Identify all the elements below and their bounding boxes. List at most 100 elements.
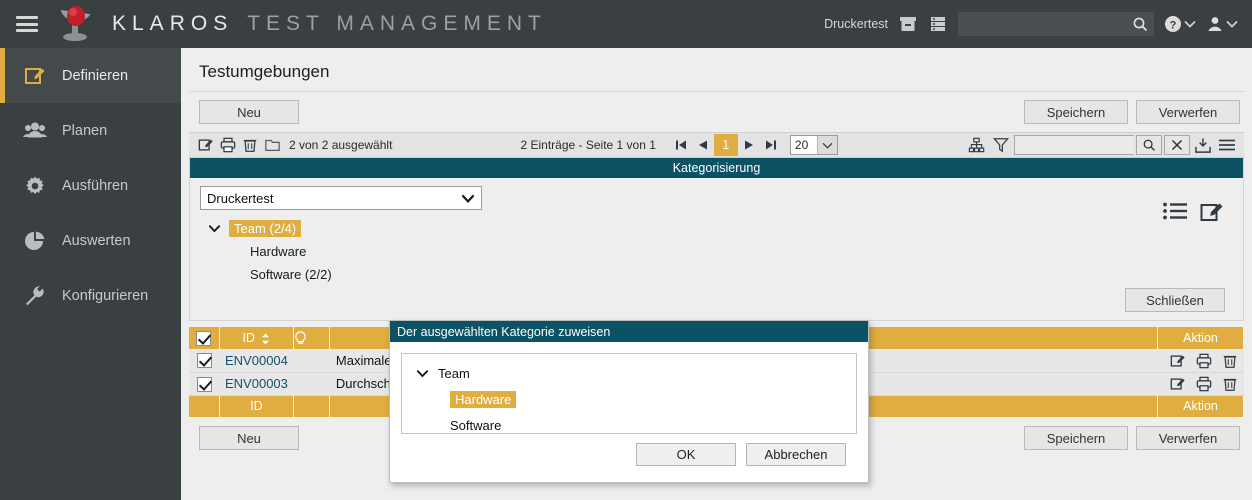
discard-button-bottom[interactable]: Verwerfen bbox=[1136, 426, 1240, 450]
current-project-label: Druckertest bbox=[824, 17, 888, 31]
chevron-down-icon[interactable] bbox=[416, 368, 429, 379]
download-icon[interactable] bbox=[1192, 135, 1214, 155]
chevron-down-icon[interactable] bbox=[208, 223, 221, 234]
page-size-value: 20 bbox=[794, 138, 809, 152]
funnel-icon[interactable] bbox=[990, 135, 1012, 155]
new-button-top[interactable]: Neu bbox=[199, 100, 299, 124]
search-icon[interactable] bbox=[1135, 135, 1162, 155]
page-title: Testumgebungen bbox=[199, 62, 330, 81]
printer-icon[interactable] bbox=[217, 135, 239, 155]
row-select-cell[interactable] bbox=[189, 372, 219, 396]
categorization-panel: Kategorisierung Druckertest Team (2/4) H… bbox=[189, 158, 1244, 321]
printer-icon[interactable] bbox=[1196, 353, 1212, 369]
close-categorization-button[interactable]: Schließen bbox=[1125, 288, 1225, 312]
dialog-tree-node-hardware[interactable]: Hardware bbox=[402, 386, 856, 412]
sidebar-item-auswerten[interactable]: Auswerten bbox=[0, 213, 181, 268]
help-icon[interactable]: ? bbox=[1164, 15, 1182, 33]
column-header-info[interactable] bbox=[293, 327, 331, 349]
edit-square-icon[interactable] bbox=[1200, 200, 1225, 223]
dialog-tree-node-team[interactable]: Team bbox=[402, 360, 856, 386]
folder-icon[interactable] bbox=[261, 135, 283, 155]
prev-page-icon[interactable] bbox=[692, 135, 714, 155]
row-info bbox=[293, 372, 330, 396]
chevron-down-icon[interactable] bbox=[461, 193, 475, 204]
chevron-down-icon[interactable] bbox=[1226, 19, 1238, 29]
save-button-bottom[interactable]: Speichern bbox=[1024, 426, 1128, 450]
row-id[interactable]: ENV00003 bbox=[219, 372, 294, 396]
row-id[interactable]: ENV00004 bbox=[219, 349, 294, 373]
new-button-bottom[interactable]: Neu bbox=[199, 426, 299, 450]
top-button-bar: Neu Speichern Verwerfen bbox=[181, 92, 1252, 132]
discard-button-top[interactable]: Verwerfen bbox=[1136, 100, 1240, 124]
help-menu[interactable]: ? bbox=[1164, 15, 1196, 33]
save-button-top[interactable]: Speichern bbox=[1024, 100, 1128, 124]
row-actions bbox=[1157, 349, 1244, 373]
project-select-value: Druckertest bbox=[207, 190, 274, 206]
selection-count-label: 2 von 2 ausgewählt bbox=[289, 138, 393, 152]
dialog-title: Der ausgewählten Kategorie zuweisen bbox=[390, 321, 868, 342]
edit-square-icon[interactable] bbox=[1170, 353, 1186, 369]
first-page-icon[interactable] bbox=[670, 135, 692, 155]
user-icon[interactable] bbox=[1206, 15, 1224, 33]
categorization-header: Kategorisierung bbox=[190, 158, 1243, 178]
klaros-logo-icon bbox=[52, 4, 98, 44]
hamburger-icon[interactable] bbox=[16, 16, 38, 32]
cancel-button[interactable]: Abbrechen bbox=[746, 443, 846, 466]
chevron-down-icon[interactable] bbox=[816, 136, 837, 154]
page-size-select[interactable]: 20 bbox=[789, 135, 838, 155]
list-toolbar: 2 von 2 ausgewählt 2 Einträge - Seite 1 … bbox=[189, 132, 1244, 158]
search-input[interactable] bbox=[964, 17, 1132, 31]
last-page-icon[interactable] bbox=[760, 135, 782, 155]
top-bar: KLAROS TEST MANAGEMENT Druckertest ? bbox=[0, 0, 1252, 48]
assign-category-dialog: Der ausgewählten Kategorie zuweisen Team… bbox=[389, 320, 869, 483]
menu-icon[interactable] bbox=[1216, 135, 1238, 155]
sort-icon[interactable] bbox=[261, 333, 270, 345]
category-tree-node-team[interactable]: Team (2/4) bbox=[200, 217, 1233, 240]
search-icon[interactable] bbox=[1132, 16, 1148, 32]
top-bar-right: Druckertest ? bbox=[824, 12, 1252, 36]
select-all-checkbox[interactable] bbox=[196, 330, 212, 346]
next-page-icon[interactable] bbox=[738, 135, 760, 155]
dialog-body: Team Hardware Software OK Abbrechen bbox=[390, 342, 868, 466]
trash-icon[interactable] bbox=[239, 135, 261, 155]
column-header-id[interactable]: ID bbox=[219, 327, 295, 349]
dialog-footer: OK Abbrechen bbox=[401, 434, 857, 466]
global-search[interactable] bbox=[958, 12, 1154, 36]
archive-icon[interactable] bbox=[898, 15, 918, 33]
row-checkbox[interactable] bbox=[196, 376, 212, 392]
brand-subtitle: TEST MANAGEMENT bbox=[247, 12, 547, 35]
sidebar-item-konfigurieren[interactable]: Konfigurieren bbox=[0, 268, 181, 323]
row-select-cell[interactable] bbox=[189, 349, 219, 373]
categorization-body: Druckertest Team (2/4) Hardware Software… bbox=[190, 178, 1243, 320]
footer-column-id: ID bbox=[219, 395, 295, 417]
close-icon[interactable] bbox=[1163, 135, 1190, 155]
category-tree-node-software[interactable]: Software (2/2) bbox=[200, 263, 1233, 286]
edit-square-icon[interactable] bbox=[1170, 376, 1186, 392]
footer-column-action: Aktion bbox=[1157, 395, 1244, 417]
dialog-tree-label: Hardware bbox=[450, 390, 517, 408]
list-icon[interactable] bbox=[1162, 200, 1188, 223]
row-checkbox[interactable] bbox=[196, 353, 212, 369]
sidebar-item-ausfuehren[interactable]: Ausführen bbox=[0, 158, 181, 213]
lightbulb-icon bbox=[294, 330, 329, 346]
filter-input[interactable] bbox=[1013, 135, 1134, 155]
wrench-icon bbox=[22, 285, 48, 307]
column-header-id-label: ID bbox=[242, 331, 255, 345]
project-select[interactable]: Druckertest bbox=[200, 186, 482, 210]
user-menu[interactable] bbox=[1206, 15, 1238, 33]
sidebar-item-definieren[interactable]: Definieren bbox=[0, 48, 181, 103]
chevron-down-icon[interactable] bbox=[1184, 19, 1196, 29]
select-all-header[interactable] bbox=[189, 327, 220, 349]
database-icon[interactable] bbox=[928, 15, 948, 33]
ok-button[interactable]: OK bbox=[636, 443, 736, 466]
footer-select-cell bbox=[189, 395, 220, 417]
hierarchy-icon[interactable] bbox=[966, 135, 988, 155]
sidebar-item-planen[interactable]: Planen bbox=[0, 103, 181, 158]
column-header-action: Aktion bbox=[1157, 327, 1244, 349]
page-number-button[interactable]: 1 bbox=[713, 134, 738, 156]
edit-square-icon[interactable] bbox=[195, 135, 217, 155]
printer-icon[interactable] bbox=[1196, 376, 1212, 392]
trash-icon[interactable] bbox=[1222, 376, 1238, 392]
category-tree-node-hardware[interactable]: Hardware bbox=[200, 240, 1233, 263]
trash-icon[interactable] bbox=[1222, 353, 1238, 369]
